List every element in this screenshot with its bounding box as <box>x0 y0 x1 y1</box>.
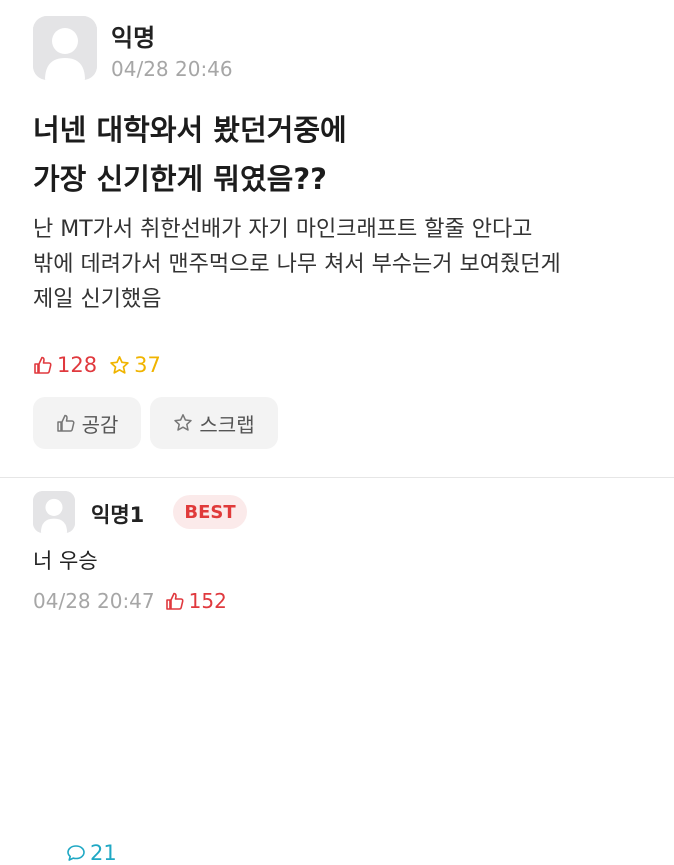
post-body: 난 MT가서 취한선배가 자기 마인크래프트 할줄 안다고 밖에 데려가서 맨주… <box>33 212 658 317</box>
post-title-line: 가장 신기한게 뭐였음?? <box>33 162 327 196</box>
post-body-line: 난 MT가서 취한선배가 자기 마인크래프트 할줄 안다고 <box>33 217 533 242</box>
like-button-label: 공감 <box>81 412 119 437</box>
author-avatar[interactable] <box>33 16 97 80</box>
comment-avatar[interactable] <box>33 491 75 533</box>
thumbs-up-icon <box>34 356 52 374</box>
section-divider <box>0 477 674 478</box>
like-count-value: 128 <box>57 353 98 377</box>
thumbs-up-icon <box>165 592 184 610</box>
post-body-line: 제일 신기했음 <box>33 287 162 312</box>
comment-author-name: 익명1 <box>91 503 145 527</box>
post-timestamp: 04/28 20:46 <box>111 57 233 81</box>
scrap-button[interactable]: 스크랩 <box>150 397 278 449</box>
comment-timestamp: 04/28 20:47 <box>33 589 155 613</box>
post-title-line: 너넨 대학와서 봤던거중에 <box>33 113 347 147</box>
post-title: 너넨 대학와서 봤던거중에 가장 신기한게 뭐였음?? <box>33 106 653 204</box>
default-avatar-icon <box>33 16 97 80</box>
scrap-button-label: 스크랩 <box>199 412 255 437</box>
like-count: 128 <box>33 353 97 377</box>
speech-bubble-icon <box>67 845 85 861</box>
scrap-count: 37 <box>109 353 161 377</box>
post-author-name: 익명 <box>111 24 156 52</box>
thumbs-up-icon <box>56 414 75 432</box>
comment-count: 21 <box>66 841 674 865</box>
post-body-line: 밖에 데려가서 맨주먹으로 나무 쳐서 부수는거 보여줬던게 <box>33 252 561 277</box>
comment-count-value: 21 <box>90 841 117 865</box>
star-icon <box>110 355 129 374</box>
comment-text: 너 우승 <box>33 549 98 573</box>
best-badge: BEST <box>173 495 247 529</box>
comment-like-count[interactable]: 152 <box>165 589 227 613</box>
default-avatar-icon <box>33 491 75 533</box>
like-button[interactable]: 공감 <box>33 397 141 449</box>
scrap-count-value: 37 <box>134 353 161 377</box>
star-icon <box>174 414 193 431</box>
post-stats: 128 21 37 <box>33 350 173 865</box>
comment-meta: 04/28 20:47 152 <box>33 589 227 613</box>
comment-like-value: 152 <box>188 589 227 613</box>
